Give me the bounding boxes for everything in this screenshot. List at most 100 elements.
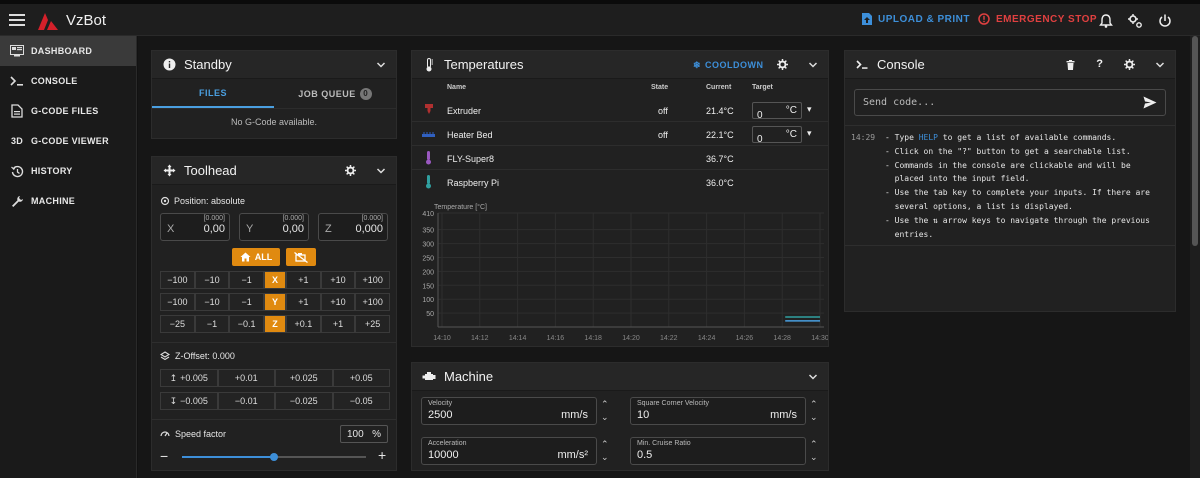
acceleration-stepper[interactable]: ⌃ ⌄ bbox=[601, 438, 609, 464]
target-dropdown-icon[interactable]: ▾ bbox=[807, 104, 812, 115]
console-line[interactable]: - Click on the "?" button to get a searc… bbox=[885, 147, 1131, 156]
chevron-down-icon[interactable] bbox=[376, 60, 386, 70]
tab-files[interactable]: FILES bbox=[152, 79, 274, 108]
zoffset-up-button[interactable]: +0.01 bbox=[217, 369, 275, 387]
velocity-stepper[interactable]: ⌃ ⌄ bbox=[601, 398, 609, 424]
jog-x-button[interactable]: −100 bbox=[160, 271, 195, 289]
jog-y-button[interactable]: +10 bbox=[320, 293, 356, 311]
zoffset-down-button[interactable]: −0.05 bbox=[332, 392, 390, 410]
zoffset-up-button[interactable]: ↥ +0.005 bbox=[160, 369, 218, 387]
jog-z-button[interactable]: +1 bbox=[320, 315, 356, 333]
jog-z-button[interactable]: +25 bbox=[355, 315, 391, 333]
machine-header: Machine bbox=[412, 363, 828, 391]
sidebar-item-gcode-files[interactable]: G-CODE FILES bbox=[0, 96, 136, 126]
console-line[interactable]: - Use the tab key to complete your input… bbox=[885, 188, 1150, 197]
x-position-field[interactable]: [0.000] X 0,00 bbox=[160, 213, 230, 241]
zoffset-down-button[interactable]: −0.01 bbox=[217, 392, 275, 410]
chart-y-axis-label: Temperature [°C] bbox=[434, 203, 487, 211]
console-input[interactable]: Send code... bbox=[854, 89, 1166, 116]
z-position-field[interactable]: [0.000] Z 0,000 bbox=[318, 213, 388, 241]
console-line[interactable]: several options, a list is displayed. bbox=[885, 202, 1073, 211]
emergency-stop-button[interactable]: EMERGENCY STOP bbox=[978, 13, 1097, 25]
heater-row-extruder: Extruder off 21.4°C 0 °C ▾ bbox=[412, 99, 828, 122]
min-cruise-ratio-field[interactable]: Min. Cruise Ratio 0.5 bbox=[630, 437, 806, 465]
temperatures-header: Temperatures ❄ COOLDOWN bbox=[412, 51, 828, 79]
bed-target-input[interactable]: 0 °C bbox=[752, 126, 802, 145]
jog-x-button[interactable]: −10 bbox=[194, 271, 230, 289]
toolhead-title: Toolhead bbox=[184, 163, 237, 178]
speed-factor-input[interactable]: 100 % bbox=[340, 425, 388, 443]
help-button[interactable]: ? bbox=[1096, 58, 1103, 70]
home-z-button[interactable]: Z bbox=[264, 315, 287, 333]
jog-y-button[interactable]: +100 bbox=[355, 293, 391, 311]
console-line[interactable]: - Type HELP to get a list of available c… bbox=[885, 133, 1116, 142]
acceleration-field[interactable]: Acceleration 10000 mm/s² bbox=[421, 437, 597, 465]
chevron-down-icon[interactable] bbox=[376, 166, 386, 176]
speed-slider-track[interactable] bbox=[182, 453, 366, 461]
extruder-target-input[interactable]: 0 °C bbox=[752, 102, 802, 121]
home-x-button[interactable]: X bbox=[264, 271, 287, 289]
mcr-stepper[interactable]: ⌃ ⌄ bbox=[810, 438, 818, 464]
console-line[interactable]: - Commands in the console are clickable … bbox=[885, 161, 1131, 170]
jog-y-button[interactable]: +1 bbox=[286, 293, 321, 311]
trash-icon[interactable] bbox=[1066, 60, 1075, 70]
upload-print-button[interactable]: UPLOAD & PRINT bbox=[862, 13, 970, 25]
tab-job-queue[interactable]: JOB QUEUE 0 bbox=[274, 79, 396, 108]
home-all-button[interactable]: ALL bbox=[232, 248, 280, 266]
zoffset-down-button[interactable]: −0.025 bbox=[275, 392, 333, 410]
jog-z-button[interactable]: +0.1 bbox=[286, 315, 321, 333]
jog-x-button[interactable]: +10 bbox=[320, 271, 356, 289]
cooldown-button[interactable]: ❄ COOLDOWN bbox=[693, 60, 764, 71]
empty-files-text: No G-Code available. bbox=[230, 117, 318, 127]
engine-off-icon bbox=[294, 251, 308, 263]
jog-y-button[interactable]: −10 bbox=[194, 293, 230, 311]
console-line[interactable]: - Use the ⇅ arrow keys to navigate throu… bbox=[885, 216, 1150, 225]
y-position-field[interactable]: [0.000] Y 0,00 bbox=[239, 213, 309, 241]
chevron-down-icon[interactable] bbox=[1155, 60, 1165, 70]
sidebar-item-machine[interactable]: MACHINE bbox=[0, 186, 136, 216]
page-scrollbar[interactable] bbox=[1190, 36, 1200, 478]
sidebar-item-gcode-viewer[interactable]: 3D G-CODE VIEWER bbox=[0, 126, 136, 156]
sidebar-item-dashboard[interactable]: DASHBOARD bbox=[0, 36, 136, 66]
speed-slider-thumb[interactable] bbox=[270, 453, 278, 461]
chevron-down-icon[interactable] bbox=[808, 60, 818, 70]
jog-y-button[interactable]: −1 bbox=[229, 293, 265, 311]
jog-x-button[interactable]: +1 bbox=[286, 271, 321, 289]
zoffset-up-button[interactable]: +0.025 bbox=[275, 369, 333, 387]
target-unit: °C bbox=[785, 129, 797, 140]
heater-current: 21.4°C bbox=[706, 106, 734, 116]
velocity-field[interactable]: Velocity 2500 mm/s bbox=[421, 397, 597, 425]
send-icon[interactable] bbox=[1143, 96, 1157, 109]
zoffset-down-button[interactable]: ↧ −0.005 bbox=[160, 392, 218, 410]
gear-icon[interactable] bbox=[345, 165, 356, 176]
settings-cog-icon[interactable] bbox=[1127, 13, 1143, 29]
menu-icon[interactable] bbox=[8, 11, 26, 29]
sidebar-item-console[interactable]: CONSOLE bbox=[0, 66, 136, 96]
jog-x-button[interactable]: −1 bbox=[229, 271, 265, 289]
help-command-link[interactable]: HELP bbox=[919, 133, 938, 142]
sidebar-item-history[interactable]: HISTORY bbox=[0, 156, 136, 186]
square-corner-velocity-field[interactable]: Square Corner Velocity 10 mm/s bbox=[630, 397, 806, 425]
zoffset-up-button[interactable]: +0.05 bbox=[332, 369, 390, 387]
console-line[interactable]: entries. bbox=[885, 230, 934, 239]
jog-x-button[interactable]: +100 bbox=[355, 271, 391, 289]
jog-z-button[interactable]: −0.1 bbox=[229, 315, 265, 333]
bell-icon[interactable] bbox=[1098, 13, 1114, 29]
jog-z-button[interactable]: −1 bbox=[194, 315, 230, 333]
speed-increase-button[interactable]: + bbox=[378, 448, 386, 462]
target-dropdown-icon[interactable]: ▾ bbox=[807, 128, 812, 139]
home-y-button[interactable]: Y bbox=[264, 293, 287, 311]
layers-icon bbox=[160, 351, 170, 361]
jog-y-button[interactable]: −100 bbox=[160, 293, 195, 311]
gear-icon[interactable] bbox=[777, 59, 788, 70]
gear-icon[interactable] bbox=[1124, 59, 1135, 70]
z-offset-down-row: ↧ −0.005 −0.01 −0.025 −0.05 bbox=[160, 392, 390, 410]
power-icon[interactable] bbox=[1157, 13, 1173, 29]
chevron-down-icon[interactable] bbox=[808, 372, 818, 382]
speed-decrease-button[interactable]: − bbox=[160, 449, 168, 463]
motors-off-button[interactable] bbox=[286, 248, 316, 266]
console-line[interactable]: placed into the input field. bbox=[885, 174, 1030, 183]
upload-file-icon bbox=[862, 13, 872, 25]
scv-stepper[interactable]: ⌃ ⌄ bbox=[810, 398, 818, 424]
jog-z-button[interactable]: −25 bbox=[160, 315, 195, 333]
